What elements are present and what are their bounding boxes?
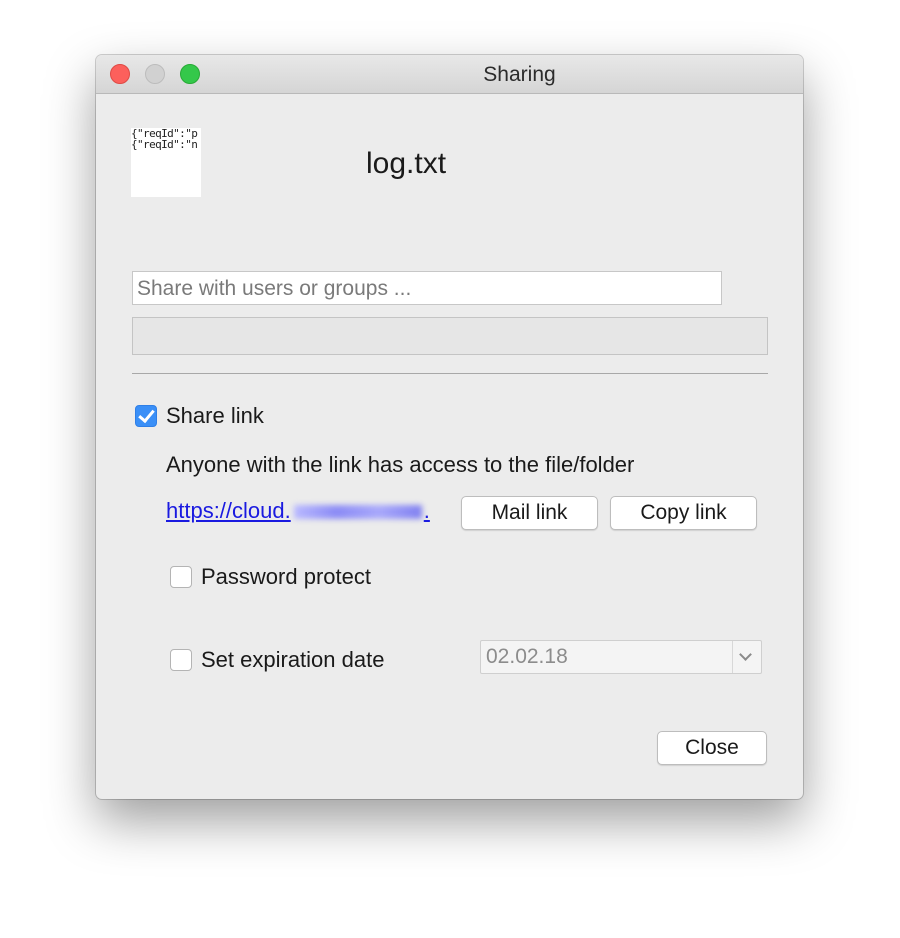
mail-link-button[interactable]: Mail link — [461, 496, 598, 530]
chevron-down-icon[interactable] — [732, 641, 761, 673]
password-protect-checkbox[interactable] — [170, 566, 192, 588]
share-url-prefix: https://cloud. — [166, 498, 291, 523]
share-url-link[interactable]: https://cloud.. — [166, 498, 430, 524]
expiration-date-label[interactable]: Set expiration date — [201, 647, 384, 673]
close-button[interactable]: Close — [657, 731, 767, 765]
sharing-dialog: Sharing {"reqId":"p {"reqId":"n log.txt … — [96, 55, 803, 799]
thumbnail-text-line: {"reqId":"n — [131, 138, 198, 151]
share-with-input[interactable] — [132, 271, 722, 305]
file-thumbnail: {"reqId":"p {"reqId":"n — [131, 128, 201, 197]
shares-list — [132, 317, 768, 355]
expiration-date-checkbox[interactable] — [170, 649, 192, 671]
window-title: Sharing — [483, 63, 556, 86]
expiration-date-picker[interactable]: 02.02.18 — [480, 640, 762, 674]
share-link-label[interactable]: Share link — [166, 403, 264, 429]
share-url-suffix: . — [423, 498, 430, 523]
title-bar[interactable]: Sharing — [96, 55, 803, 94]
expiration-date-value: 02.02.18 — [486, 645, 568, 668]
copy-link-button[interactable]: Copy link — [610, 496, 757, 530]
share-link-description: Anyone with the link has access to the f… — [166, 452, 635, 477]
divider — [132, 373, 768, 374]
share-link-checkbox[interactable] — [135, 405, 157, 427]
password-protect-label[interactable]: Password protect — [201, 564, 371, 590]
file-name: log.txt — [366, 147, 447, 180]
redacted-url-segment — [293, 505, 422, 520]
